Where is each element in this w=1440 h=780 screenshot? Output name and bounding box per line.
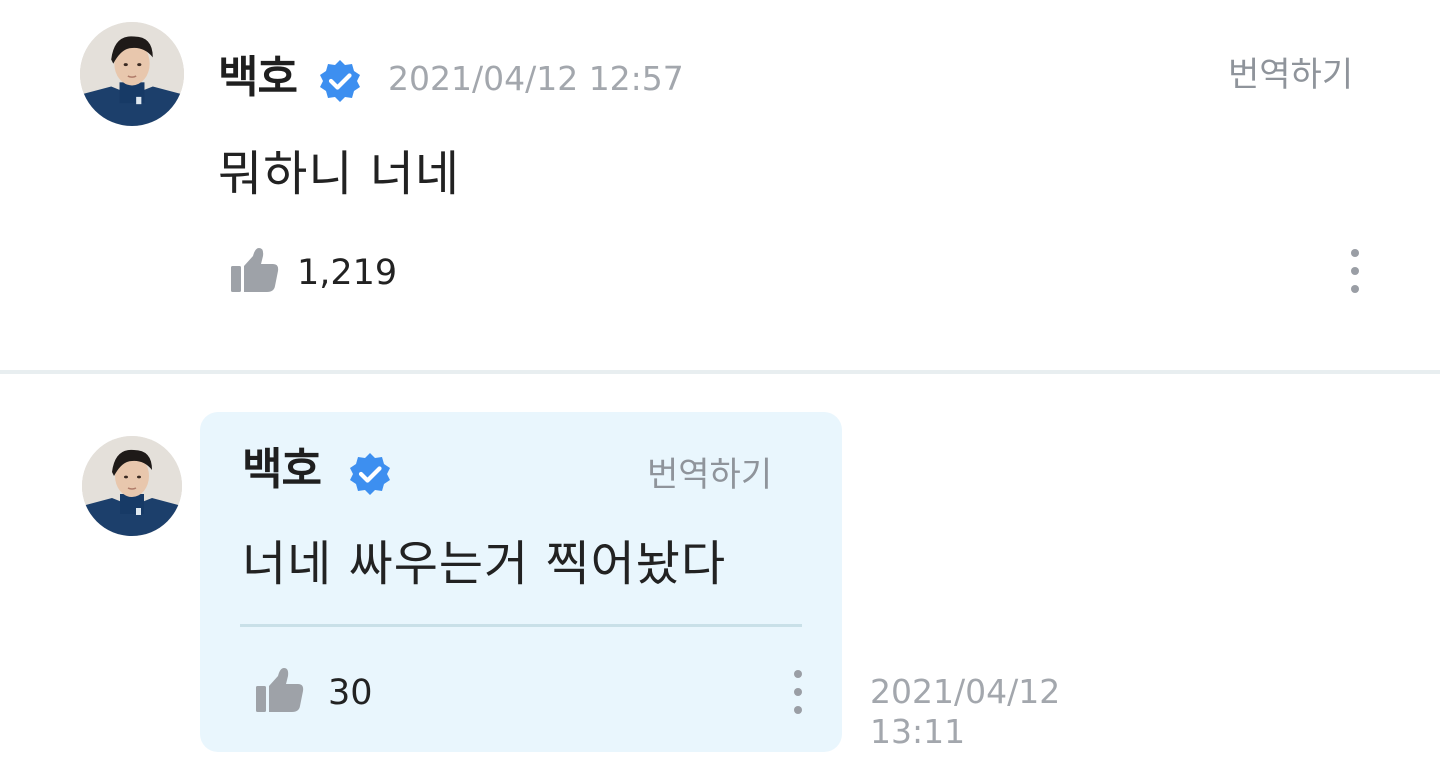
verified-badge-icon	[346, 450, 394, 498]
reply-message: 너네 싸우는거 찍어놨다	[242, 536, 727, 592]
more-vertical-icon[interactable]	[788, 668, 808, 718]
post-message: 뭐하니 너네	[218, 146, 461, 202]
like-count: 1,219	[297, 253, 398, 293]
thumbs-up-icon[interactable]	[229, 244, 281, 296]
avatar-photo	[80, 22, 184, 126]
post-timestamp: 2021/04/12 12:57	[388, 59, 684, 98]
reply-timestamp: 2021/04/12 13:11	[870, 672, 1060, 752]
avatar-photo	[82, 436, 182, 536]
translate-button[interactable]: 번역하기	[1228, 58, 1353, 92]
reply-timestamp-date: 2021/04/12	[870, 672, 1061, 711]
reply-timestamp-time: 13:11	[870, 712, 966, 751]
thumbs-up-icon[interactable]	[254, 664, 306, 716]
verified-badge-icon	[316, 57, 364, 105]
avatar[interactable]	[82, 436, 182, 536]
like-count: 30	[328, 673, 373, 713]
more-vertical-icon[interactable]	[1345, 247, 1365, 297]
section-divider	[0, 370, 1440, 374]
translate-button[interactable]: 번역하기	[647, 458, 772, 492]
avatar[interactable]	[80, 22, 184, 126]
bubble-divider	[240, 624, 802, 627]
author-name[interactable]: 백호	[218, 56, 298, 100]
author-name[interactable]: 백호	[242, 448, 322, 492]
